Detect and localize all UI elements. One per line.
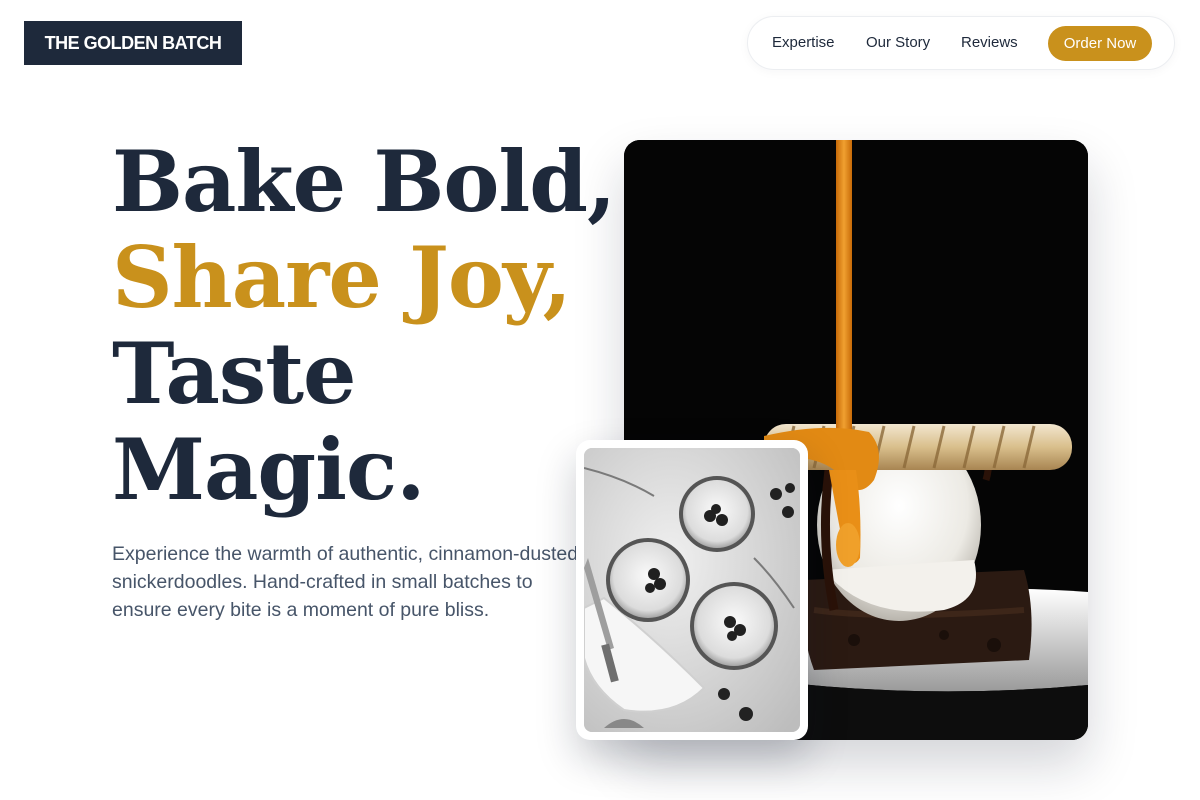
headline-line-1: Bake Bold,: [112, 132, 616, 231]
brand-logo[interactable]: THE GOLDEN BATCH: [24, 21, 242, 65]
hero-headline: Bake Bold, Share Joy, Taste Magic.: [112, 132, 616, 519]
nav-link-expertise[interactable]: Expertise: [772, 17, 835, 69]
headline-line-3: Taste: [112, 324, 356, 423]
top-nav: Expertise Our Story Reviews Order Now: [747, 16, 1175, 70]
order-now-button[interactable]: Order Now: [1048, 26, 1152, 61]
nav-link-our-story[interactable]: Our Story: [866, 17, 930, 69]
berry-tarts-photo-card: [576, 440, 808, 740]
landing-page: THE GOLDEN BATCH Expertise Our Story Rev…: [0, 0, 1200, 800]
tart-2: [606, 538, 690, 622]
tart-1: [679, 476, 755, 552]
headline-line-2: Share Joy,: [112, 228, 572, 327]
headline-line-4: Magic.: [112, 420, 425, 519]
berry-tarts-photo: [584, 448, 800, 732]
brand-name: THE GOLDEN BATCH: [44, 32, 222, 53]
hero-tagline: Experience the warmth of authentic, cinn…: [112, 543, 579, 621]
tart-3: [690, 582, 778, 670]
nav-link-reviews[interactable]: Reviews: [961, 17, 1018, 69]
berry-tarts-illustration: [584, 448, 800, 732]
